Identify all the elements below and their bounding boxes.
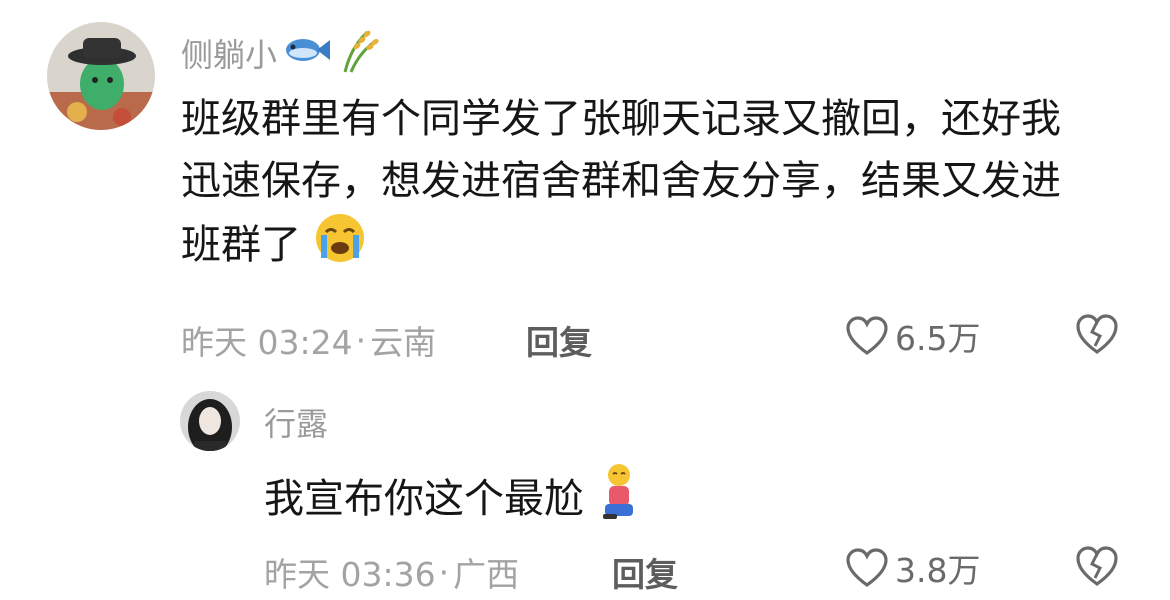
heart-icon (846, 548, 888, 587)
meta-separator: · (355, 320, 367, 360)
like-count: 6.5万 (895, 319, 981, 358)
comment-text: 班级群里有个同学发了张聊天记录又撤回，还好我迅速保存，想发进宿舍群和舍友分享，结… (181, 88, 1091, 282)
like-button[interactable]: 3.8万 (845, 544, 980, 592)
timestamp: 昨天 03:24 (181, 323, 353, 362)
reply-button[interactable]: 回复 (526, 316, 592, 364)
comment-meta: 昨天 03:24 · 云南 (181, 316, 436, 364)
avatar[interactable] (180, 391, 240, 451)
dislike-button[interactable] (1074, 312, 1120, 360)
meta-separator: · (438, 552, 450, 592)
broken-heart-icon (1076, 314, 1118, 354)
location: 广西 (453, 555, 520, 594)
rice-icon (337, 26, 383, 83)
avatar[interactable] (47, 22, 155, 130)
comment-meta: 昨天 03:36 · 广西 (264, 548, 519, 596)
kneeling-person-icon (597, 462, 641, 540)
fish-icon (283, 32, 331, 77)
timestamp: 昨天 03:36 (264, 555, 436, 594)
comment-text: 我宣布你这个最尬 (264, 462, 964, 540)
username[interactable]: 行露 (264, 404, 328, 444)
heart-icon (846, 316, 888, 355)
reply-button[interactable]: 回复 (612, 548, 678, 596)
like-count: 3.8万 (895, 551, 981, 590)
broken-heart-icon (1076, 546, 1118, 586)
crying-face-icon (314, 212, 366, 282)
like-button[interactable]: 6.5万 (845, 312, 980, 360)
dislike-button[interactable] (1074, 544, 1120, 592)
username[interactable]: 侧躺小 (181, 26, 383, 83)
location: 云南 (370, 323, 437, 362)
